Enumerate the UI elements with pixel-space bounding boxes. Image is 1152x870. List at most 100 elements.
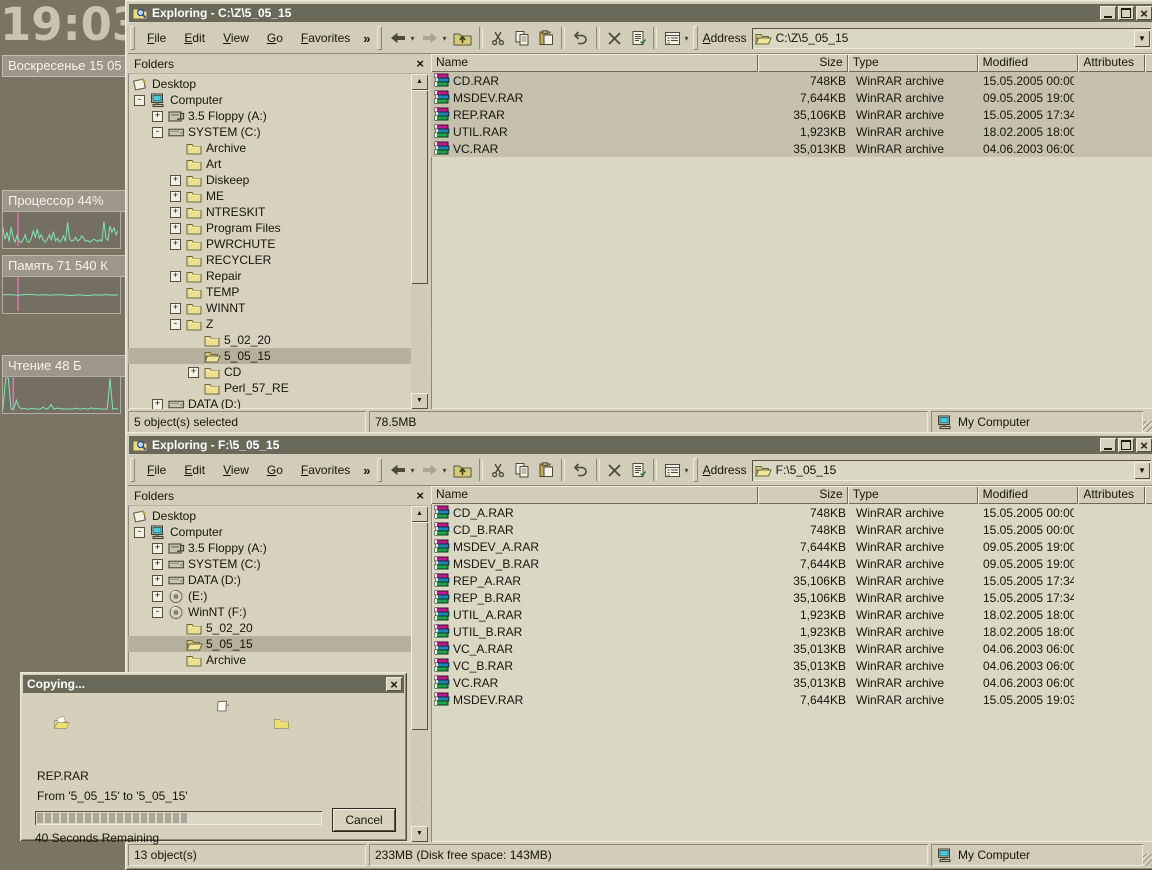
menu-view[interactable]: View bbox=[214, 29, 258, 47]
up-button[interactable] bbox=[449, 25, 476, 51]
tree-item-archive[interactable]: Archive bbox=[128, 652, 411, 668]
copy-button[interactable] bbox=[510, 25, 534, 51]
collapse-icon[interactable]: - bbox=[134, 94, 145, 106]
column-header-type[interactable]: Type bbox=[847, 54, 978, 72]
file-row-vc-rar[interactable]: VC.RAR 35,013KB WinRAR archive 04.06.2003 0… bbox=[431, 674, 1152, 691]
column-header-size[interactable]: Size bbox=[758, 54, 848, 72]
tree-item-winnt-f[interactable]: - WinNT (F:) bbox=[128, 604, 411, 620]
scroll-down-icon[interactable]: ▼ bbox=[411, 393, 428, 409]
expand-icon[interactable]: + bbox=[170, 206, 181, 218]
file-row-rep-b-rar[interactable]: REP_B.RAR 35,106KB WinRAR archive 15.05.200… bbox=[431, 589, 1152, 606]
up-button[interactable] bbox=[449, 457, 476, 483]
forward-button[interactable] bbox=[417, 457, 443, 483]
menu-view[interactable]: View bbox=[214, 461, 258, 479]
tree-item-3-5-floppy-a[interactable]: +3.5 Floppy (A:) bbox=[128, 108, 411, 124]
forward-button[interactable] bbox=[417, 25, 443, 51]
collapse-icon[interactable]: - bbox=[152, 606, 163, 618]
scroll-up-icon[interactable]: ▲ bbox=[411, 506, 428, 522]
paste-button[interactable] bbox=[534, 25, 558, 51]
expand-icon[interactable]: + bbox=[170, 222, 181, 234]
menu-favorites[interactable]: Favorites bbox=[292, 461, 359, 479]
file-row-util-b-rar[interactable]: UTIL_B.RAR 1,923KB WinRAR archive 18.02.200… bbox=[431, 623, 1152, 640]
close-folders-icon[interactable]: × bbox=[416, 57, 424, 70]
cut-button[interactable] bbox=[486, 25, 510, 51]
back-button[interactable] bbox=[385, 457, 411, 483]
file-row-msdev-b-rar[interactable]: MSDEV_B.RAR 7,644KB WinRAR archive 09.05.20… bbox=[431, 555, 1152, 572]
views-button[interactable] bbox=[660, 25, 685, 51]
tree-item-winnt[interactable]: + WINNT bbox=[128, 300, 411, 316]
file-row-cd-a-rar[interactable]: CD_A.RAR 748KB WinRAR archive 15.05.2005 00… bbox=[431, 504, 1152, 521]
collapse-icon[interactable]: - bbox=[134, 526, 145, 538]
titlebar[interactable]: Exploring - F:\5_05_15 × bbox=[129, 436, 1152, 454]
menu-grip[interactable] bbox=[130, 458, 135, 482]
titlebar[interactable]: Exploring - C:\Z\5_05_15 × bbox=[129, 4, 1152, 22]
menu-grip[interactable] bbox=[130, 26, 135, 50]
maximize-button[interactable] bbox=[1118, 6, 1134, 20]
file-row-rep-rar[interactable]: REP.RAR 35,106KB WinRAR archive 15.05.2005 … bbox=[431, 106, 1152, 123]
tree-item-5-05-15[interactable]: 5_05_15 bbox=[128, 636, 411, 652]
menu-favorites[interactable]: Favorites bbox=[292, 29, 359, 47]
collapse-icon[interactable]: - bbox=[170, 318, 181, 330]
column-header-modified[interactable]: Modified bbox=[977, 54, 1079, 72]
delete-button[interactable] bbox=[603, 25, 626, 51]
menu-file[interactable]: File bbox=[138, 461, 175, 479]
tree-item-me[interactable]: + ME bbox=[128, 188, 411, 204]
toolbar-grip[interactable] bbox=[376, 458, 382, 482]
address-dropdown-button[interactable]: ▼ bbox=[1134, 461, 1150, 479]
scroll-down-icon[interactable]: ▼ bbox=[411, 826, 428, 842]
address-dropdown-button[interactable]: ▼ bbox=[1134, 29, 1150, 47]
tree-item-system-c[interactable]: + SYSTEM (C:) bbox=[128, 556, 411, 572]
close-button[interactable]: × bbox=[1136, 6, 1152, 20]
expand-icon[interactable]: + bbox=[152, 542, 163, 554]
expand-icon[interactable]: + bbox=[170, 270, 181, 282]
tree-item-computer[interactable]: - Computer bbox=[128, 524, 411, 540]
expand-icon[interactable]: + bbox=[152, 558, 163, 570]
tree-item-data-d[interactable]: + DATA (D:) bbox=[128, 572, 411, 588]
tree-item-ntreskit[interactable]: + NTRESKIT bbox=[128, 204, 411, 220]
tree-item-5-05-15[interactable]: 5_05_15 bbox=[128, 348, 411, 364]
properties-button[interactable] bbox=[626, 25, 650, 51]
expand-icon[interactable]: + bbox=[188, 366, 199, 378]
expand-icon[interactable]: + bbox=[170, 174, 181, 186]
file-row-vc-a-rar[interactable]: VC_A.RAR 35,013KB WinRAR archive 04.06.2003… bbox=[431, 640, 1152, 657]
scrollbar-thumb[interactable] bbox=[411, 522, 428, 731]
tree-item-system-c[interactable]: - SYSTEM (C:) bbox=[128, 124, 411, 140]
maximize-button[interactable] bbox=[1118, 438, 1134, 452]
collapse-icon[interactable]: - bbox=[152, 126, 163, 138]
menu-go[interactable]: Go bbox=[258, 461, 292, 479]
column-header-type[interactable]: Type bbox=[847, 486, 978, 504]
tree-item-desktop[interactable]: Desktop bbox=[128, 508, 411, 524]
properties-button[interactable] bbox=[626, 457, 650, 483]
delete-button[interactable] bbox=[603, 457, 626, 483]
column-header-attributes[interactable]: Attributes bbox=[1078, 54, 1145, 72]
tree-item-diskeep[interactable]: + Diskeep bbox=[128, 172, 411, 188]
file-row-cd-rar[interactable]: CD.RAR 748KB WinRAR archive 15.05.2005 00:0… bbox=[431, 72, 1152, 89]
expand-icon[interactable]: + bbox=[152, 590, 163, 602]
file-row-msdev-rar[interactable]: MSDEV.RAR 7,644KB WinRAR archive 15.05.2005… bbox=[431, 691, 1152, 708]
file-row-msdev-a-rar[interactable]: MSDEV_A.RAR 7,644KB WinRAR archive 09.05.20… bbox=[431, 538, 1152, 555]
tree-item-program-files[interactable]: + Program Files bbox=[128, 220, 411, 236]
tree-item-computer[interactable]: - Computer bbox=[128, 92, 411, 108]
tree-item-repair[interactable]: + Repair bbox=[128, 268, 411, 284]
tree-item-data-d[interactable]: + DATA (D:) bbox=[128, 396, 411, 409]
dialog-close-button[interactable]: × bbox=[386, 677, 402, 691]
views-button[interactable] bbox=[660, 457, 685, 483]
close-folders-icon[interactable]: × bbox=[416, 489, 424, 502]
expand-icon[interactable]: + bbox=[170, 190, 181, 202]
tree-item-3-5-floppy-a[interactable]: +3.5 Floppy (A:) bbox=[128, 540, 411, 556]
file-row-vc-rar[interactable]: VC.RAR 35,013KB WinRAR archive 04.06.2003 0… bbox=[431, 140, 1152, 157]
menu-overflow-chevron[interactable]: » bbox=[359, 463, 374, 478]
tree-item-cd[interactable]: + CD bbox=[128, 364, 411, 380]
file-row-vc-b-rar[interactable]: VC_B.RAR 35,013KB WinRAR archive 04.06.2003… bbox=[431, 657, 1152, 674]
column-header-name[interactable]: Name bbox=[431, 486, 759, 504]
expand-icon[interactable]: + bbox=[152, 110, 163, 122]
undo-button[interactable] bbox=[568, 25, 593, 51]
tree-item-5-02-20[interactable]: 5_02_20 bbox=[128, 620, 411, 636]
resize-grip[interactable] bbox=[1143, 854, 1152, 866]
file-row-cd-b-rar[interactable]: CD_B.RAR 748KB WinRAR archive 15.05.2005 00… bbox=[431, 521, 1152, 538]
toolbar-grip[interactable] bbox=[376, 26, 382, 50]
back-button[interactable] bbox=[385, 25, 411, 51]
tree-item-pwrchute[interactable]: + PWRCHUTE bbox=[128, 236, 411, 252]
scrollbar-thumb[interactable] bbox=[411, 90, 428, 285]
undo-button[interactable] bbox=[568, 457, 593, 483]
